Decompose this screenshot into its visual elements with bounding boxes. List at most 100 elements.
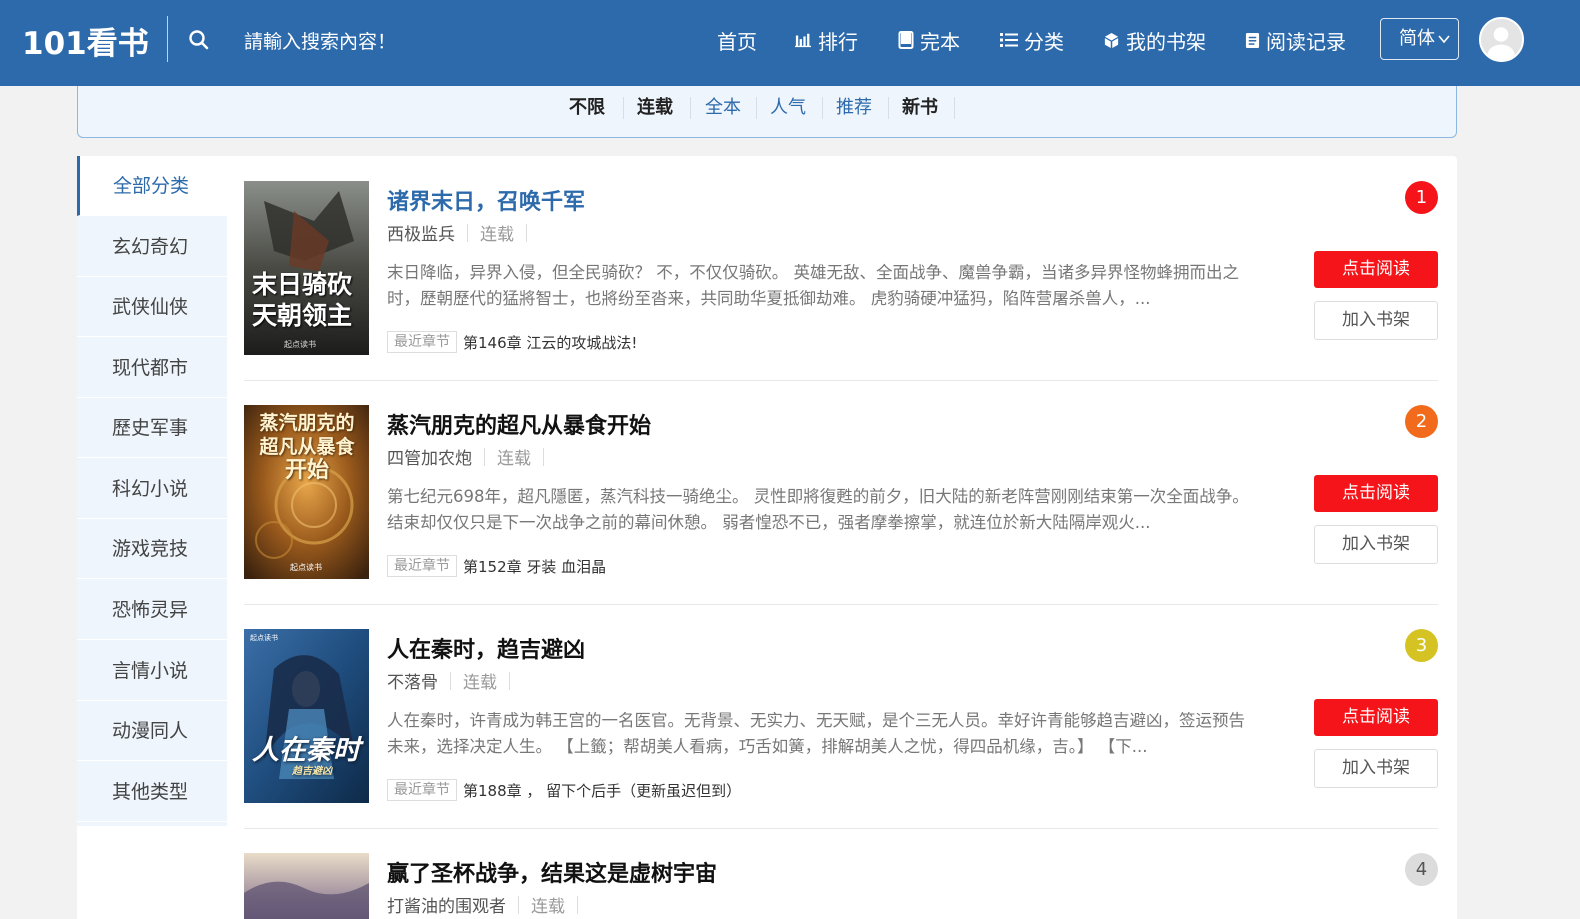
read-button[interactable]: 点击阅读 xyxy=(1314,475,1438,512)
sidebar-item-gaming[interactable]: 游戏竞技 xyxy=(77,519,227,579)
filter-bar: 不限 连载 全本 人气 推荐 新书 xyxy=(77,86,1457,138)
nav-category[interactable]: 分类 xyxy=(1000,26,1064,54)
book-cover[interactable] xyxy=(244,853,369,919)
nav-completed-label: 完本 xyxy=(920,29,960,54)
book-description: 第七纪元698年，超凡隱匿，蒸汽科技一骑绝尘。 灵性即將復甦的前夕，旧大陆的新老… xyxy=(387,487,1249,532)
sidebar-item-fanfic[interactable]: 动漫同人 xyxy=(77,701,227,761)
latest-chapter-title: 第146章 江云的攻城战法! xyxy=(463,333,638,352)
search-input[interactable]: 請輸入搜索內容！ xyxy=(244,27,396,54)
filter-any[interactable]: 不限 xyxy=(569,95,605,121)
book-author[interactable]: 打酱油的围观者 xyxy=(387,892,506,917)
search-icon[interactable] xyxy=(188,29,210,51)
nav-ranking-label: 排行 xyxy=(818,29,858,54)
meta-divider xyxy=(543,447,544,466)
filter-new[interactable]: 新书 xyxy=(902,95,938,121)
book-cover[interactable]: 蒸汽朋克的 超凡从暴食 开始 起点读书 xyxy=(244,405,369,579)
filter-completed[interactable]: 全本 xyxy=(705,95,741,121)
sidebar-item-history[interactable]: 歷史军事 xyxy=(77,398,227,458)
row-divider xyxy=(244,380,1438,381)
latest-chapter-title: 第188章 ， 留下个后手（更新虽迟但到） xyxy=(463,781,742,800)
avatar[interactable] xyxy=(1479,17,1524,62)
language-select-value: 简体 xyxy=(1399,28,1435,49)
book-title[interactable]: 赢了圣杯战争，结果这是虚树宇宙 xyxy=(387,856,717,888)
latest-chapter[interactable]: 最近章节 第152章 牙装 血泪晶 xyxy=(387,555,606,577)
book-description: 末日降临，异界入侵，但全民骑砍？ 不，不仅仅骑砍。 英雄无敌、全面战争、魔兽争霸… xyxy=(387,263,1239,308)
sidebar-item-urban[interactable]: 现代都市 xyxy=(77,338,227,398)
filter-recommend[interactable]: 推荐 xyxy=(836,95,872,121)
book-meta: 不落骨 连载 xyxy=(387,668,522,693)
book-meta: 西极监兵 连载 xyxy=(387,220,539,245)
meta-divider xyxy=(484,447,485,466)
meta-divider xyxy=(467,223,468,242)
book-cover-title: 人在秦时 趋吉避凶 xyxy=(252,735,360,778)
book-title[interactable]: 人在秦时，趋吉避凶 xyxy=(387,632,585,664)
add-to-shelf-button[interactable]: 加入书架 xyxy=(1314,525,1438,564)
sidebar-item-fantasy[interactable]: 玄幻奇幻 xyxy=(77,217,227,277)
book-cover-title: 末日骑砍 天朝领主 xyxy=(252,270,353,330)
add-to-shelf-button[interactable]: 加入书架 xyxy=(1314,301,1438,340)
nav-category-label: 分类 xyxy=(1024,29,1064,54)
read-button[interactable]: 点击阅读 xyxy=(1314,251,1438,288)
book-icon xyxy=(898,31,914,49)
nav-history[interactable]: 阅读记录 xyxy=(1245,26,1346,54)
row-divider xyxy=(244,828,1438,829)
site-logo[interactable]: 101看书 xyxy=(22,18,149,63)
book-status: 连载 xyxy=(497,449,531,469)
chevron-down-icon xyxy=(1438,35,1450,44)
meta-divider xyxy=(450,671,451,690)
top-navbar: 101看书 請輸入搜索內容！ 首页 排行 完本 分类 我的书架 阅读记录 简体 xyxy=(0,0,1580,86)
cover-publisher: 起点读书 xyxy=(284,340,316,349)
book-status: 连载 xyxy=(531,897,565,917)
nav-history-label: 阅读记录 xyxy=(1266,29,1346,54)
sidebar-item-horror[interactable]: 恐怖灵异 xyxy=(77,580,227,640)
book-cover[interactable]: 末日骑砍 天朝领主 起点读书 xyxy=(244,181,369,355)
sidebar-item-scifi[interactable]: 科幻小说 xyxy=(77,459,227,519)
book-status: 连载 xyxy=(480,225,514,245)
rank-badge: 4 xyxy=(1405,853,1438,886)
language-select[interactable]: 简体 xyxy=(1380,18,1459,60)
book-meta: 打酱油的围观者 连载 xyxy=(387,892,590,917)
document-icon xyxy=(1245,32,1260,48)
nav-bookshelf-label: 我的书架 xyxy=(1126,29,1206,54)
meta-divider xyxy=(526,223,527,242)
filter-serializing[interactable]: 连载 xyxy=(637,95,673,121)
book-meta: 四管加农炮 连载 xyxy=(387,444,556,469)
sidebar-item-all[interactable]: 全部分类 xyxy=(77,156,227,216)
latest-chapter-title: 第152章 牙装 血泪晶 xyxy=(463,557,607,576)
book-author[interactable]: 西极监兵 xyxy=(387,220,455,245)
latest-chapter-tag: 最近章节 xyxy=(387,331,457,353)
book-status: 连载 xyxy=(463,673,497,693)
book-title[interactable]: 诸界末日，召唤千军 xyxy=(387,184,585,216)
filter-popular[interactable]: 人气 xyxy=(770,95,806,121)
sidebar-item-other[interactable]: 其他类型 xyxy=(77,762,227,822)
nav-home[interactable]: 首页 xyxy=(717,26,757,54)
filter-divider xyxy=(888,97,889,119)
latest-chapter[interactable]: 最近章节 第188章 ， 留下个后手（更新虽迟但到） xyxy=(387,779,741,801)
nav-completed[interactable]: 完本 xyxy=(898,26,960,54)
cover-publisher: 起点读书 xyxy=(250,634,278,642)
user-avatar-icon xyxy=(1481,19,1522,60)
book-title[interactable]: 蒸汽朋克的超凡从暴食开始 xyxy=(387,408,651,440)
filter-divider xyxy=(690,97,691,119)
rank-badge: 2 xyxy=(1405,405,1438,438)
nav-bookshelf[interactable]: 我的书架 xyxy=(1103,26,1206,54)
read-button[interactable]: 点击阅读 xyxy=(1314,699,1438,736)
book-author[interactable]: 四管加农炮 xyxy=(387,444,472,469)
cover-publisher: 起点读书 xyxy=(290,563,322,572)
filter-divider xyxy=(756,97,757,119)
book-author[interactable]: 不落骨 xyxy=(387,668,438,693)
category-sidebar: 全部分类 玄幻奇幻 武侠仙侠 现代都市 歷史军事 科幻小说 游戏竞技 恐怖灵异 … xyxy=(77,156,227,826)
add-to-shelf-button[interactable]: 加入书架 xyxy=(1314,749,1438,788)
sidebar-item-wuxia[interactable]: 武侠仙侠 xyxy=(77,277,227,337)
logo-divider xyxy=(167,16,168,62)
list-icon xyxy=(1000,33,1018,47)
sidebar-item-romance[interactable]: 言情小说 xyxy=(77,641,227,701)
rank-badge: 1 xyxy=(1405,181,1438,214)
latest-chapter-tag: 最近章节 xyxy=(387,555,457,577)
nav-ranking[interactable]: 排行 xyxy=(794,26,858,54)
latest-chapter-tag: 最近章节 xyxy=(387,779,457,801)
latest-chapter[interactable]: 最近章节 第146章 江云的攻城战法! xyxy=(387,331,637,353)
meta-divider xyxy=(509,671,510,690)
book-cover[interactable]: 人在秦时 趋吉避凶 起点读书 xyxy=(244,629,369,803)
nav-home-label: 首页 xyxy=(717,29,757,54)
